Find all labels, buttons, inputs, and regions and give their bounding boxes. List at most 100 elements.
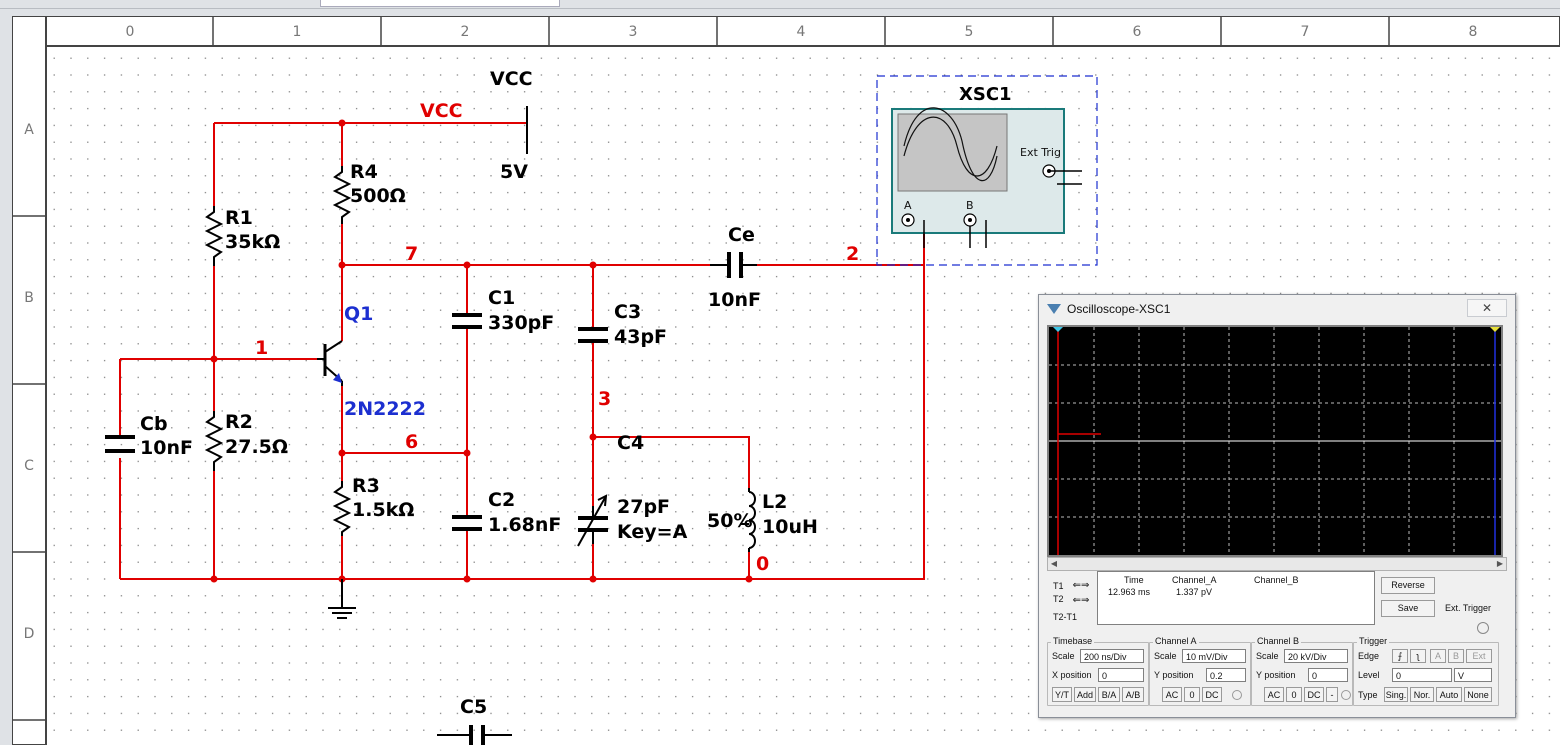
col-label-2: 2 bbox=[461, 24, 470, 40]
yt-button[interactable]: Y/T bbox=[1052, 687, 1072, 702]
ext-trigger-terminal-icon[interactable] bbox=[1477, 622, 1489, 634]
timebase-xpos-label: X position bbox=[1052, 670, 1092, 680]
t2-label: T2 bbox=[1053, 594, 1064, 604]
channel-b-ypos-label: Y position bbox=[1256, 670, 1296, 680]
cursor-t2-handle-icon[interactable] bbox=[1490, 327, 1500, 332]
l2-value: 10uH bbox=[762, 516, 818, 538]
c2-name: C2 bbox=[488, 489, 515, 511]
readout-panel: Time Channel_A Channel_B 12.963 ms 1.337… bbox=[1097, 571, 1375, 625]
close-button[interactable]: ✕ bbox=[1467, 299, 1507, 317]
channel-a-ypos-label: Y position bbox=[1154, 670, 1194, 680]
q1-model: 2N2222 bbox=[344, 398, 426, 420]
r1-value: 35kΩ bbox=[225, 231, 280, 253]
col-label-5: 5 bbox=[965, 24, 974, 40]
channel-b-radio[interactable] bbox=[1341, 690, 1351, 700]
scroll-left-icon[interactable]: ◀ bbox=[1048, 558, 1060, 570]
channel-b-dc-button[interactable]: DC bbox=[1304, 687, 1324, 702]
trigger-unit-select[interactable]: V bbox=[1454, 668, 1492, 682]
timebase-group: Timebase Scale 200 ns/Div X position 0 Y… bbox=[1047, 636, 1149, 706]
channel-a-ypos-field[interactable]: 0.2 bbox=[1206, 668, 1246, 682]
col-label-4: 4 bbox=[797, 24, 806, 40]
trigger-title: Trigger bbox=[1357, 636, 1390, 646]
vcc-value: 5V bbox=[500, 161, 528, 183]
window-top-strip bbox=[0, 0, 1560, 9]
reverse-button[interactable]: Reverse bbox=[1381, 577, 1435, 594]
trigger-auto-button[interactable]: Auto bbox=[1436, 687, 1462, 702]
scroll-right-icon[interactable]: ▶ bbox=[1494, 558, 1506, 570]
trigger-none-button[interactable]: None bbox=[1464, 687, 1492, 702]
c4-key: Key=A bbox=[617, 521, 688, 543]
display-scrollbar[interactable]: ◀ ▶ bbox=[1047, 557, 1507, 571]
net-label-6: 6 bbox=[405, 431, 418, 453]
r3-name: R3 bbox=[352, 475, 380, 497]
timebase-scale-field[interactable]: 200 ns/Div bbox=[1080, 649, 1144, 663]
timebase-title: Timebase bbox=[1051, 636, 1095, 646]
r2-name: R2 bbox=[225, 411, 253, 433]
t2-arrows-icon[interactable]: ⇐⇒ bbox=[1069, 594, 1093, 608]
cb-value: 10nF bbox=[140, 437, 193, 459]
channel-a-ac-button[interactable]: AC bbox=[1162, 687, 1182, 702]
net-label-1: 1 bbox=[255, 337, 268, 359]
trigger-level-field[interactable]: 0 bbox=[1392, 668, 1452, 682]
c5-name: C5 bbox=[460, 696, 487, 718]
r1-name: R1 bbox=[225, 207, 253, 229]
channel-b-group: Channel B Scale 20 kV/Div Y position 0 A… bbox=[1251, 636, 1353, 706]
channel-a-radio[interactable] bbox=[1232, 690, 1242, 700]
t1-label: T1 bbox=[1053, 581, 1064, 591]
row-label-d: D bbox=[24, 626, 35, 642]
oscilloscope-window[interactable]: Oscilloscope-XSC1 ✕ ◀ ▶ T1 T2 T2-T1 ⇐⇒ ⇐… bbox=[1038, 294, 1516, 718]
channel-b-ac-button[interactable]: AC bbox=[1264, 687, 1284, 702]
add-button[interactable]: Add bbox=[1074, 687, 1096, 702]
l2-percent: 50% bbox=[707, 510, 752, 532]
ba-button[interactable]: B/A bbox=[1098, 687, 1120, 702]
channel-b-title: Channel B bbox=[1255, 636, 1302, 646]
channel-a-header: Channel_A bbox=[1172, 575, 1217, 585]
oscilloscope-title: Oscilloscope-XSC1 bbox=[1067, 302, 1171, 316]
trigger-ext-button[interactable]: Ext bbox=[1466, 649, 1492, 663]
cb-name: Cb bbox=[140, 413, 168, 435]
col-label-3: 3 bbox=[629, 24, 638, 40]
row-label-a: A bbox=[24, 122, 34, 138]
ext-trigger-label: Ext. Trigger bbox=[1445, 603, 1492, 613]
save-button[interactable]: Save bbox=[1381, 600, 1435, 617]
oscilloscope-display[interactable] bbox=[1047, 325, 1503, 557]
rising-edge-icon[interactable]: ⨍ bbox=[1392, 649, 1408, 663]
channel-b-header: Channel_B bbox=[1254, 575, 1299, 585]
document-tab[interactable] bbox=[320, 0, 560, 7]
channel-b-scale-field[interactable]: 20 kV/Div bbox=[1284, 649, 1348, 663]
timebase-xpos-field[interactable]: 0 bbox=[1098, 668, 1144, 682]
c3-name: C3 bbox=[614, 301, 641, 323]
c4-name: C4 bbox=[617, 432, 644, 454]
oscilloscope-titlebar[interactable]: Oscilloscope-XSC1 ✕ bbox=[1039, 295, 1515, 323]
trigger-a-button[interactable]: A bbox=[1430, 649, 1446, 663]
trigger-group: Trigger Edge ⨍ ʅ A B Ext Level 0 V Type … bbox=[1353, 636, 1499, 706]
channel-b-minus-button[interactable]: - bbox=[1326, 687, 1338, 702]
channel-a-zero-button[interactable]: 0 bbox=[1184, 687, 1200, 702]
ce-value: 10nF bbox=[708, 289, 761, 311]
channel-a-scale-field[interactable]: 10 mV/Div bbox=[1182, 649, 1246, 663]
vcc-net-label: VCC bbox=[420, 100, 463, 122]
falling-edge-icon[interactable]: ʅ bbox=[1410, 649, 1426, 663]
cursor-t1-handle-icon[interactable] bbox=[1053, 327, 1063, 332]
ab-button[interactable]: A/B bbox=[1122, 687, 1144, 702]
r4-value: 500Ω bbox=[350, 185, 406, 207]
channel-b-zero-button[interactable]: 0 bbox=[1286, 687, 1302, 702]
time-value: 12.963 ms bbox=[1108, 587, 1151, 597]
col-label-0: 0 bbox=[126, 24, 135, 40]
col-label-6: 6 bbox=[1133, 24, 1142, 40]
xsc1-instrument[interactable] bbox=[891, 107, 1082, 248]
net-label-3: 3 bbox=[598, 388, 611, 410]
trigger-edge-label: Edge bbox=[1358, 651, 1380, 661]
channel-a-dc-button[interactable]: DC bbox=[1202, 687, 1222, 702]
trigger-normal-button[interactable]: Nor. bbox=[1410, 687, 1434, 702]
c1-value: 330pF bbox=[488, 312, 554, 334]
xsc1-ext-trig: Ext Trig bbox=[1020, 146, 1061, 159]
trigger-type-label: Type bbox=[1358, 690, 1378, 700]
channel-a-title: Channel A bbox=[1153, 636, 1199, 646]
t2-t1-label: T2-T1 bbox=[1053, 612, 1078, 622]
r4-name: R4 bbox=[350, 161, 378, 183]
trigger-b-button[interactable]: B bbox=[1448, 649, 1464, 663]
trigger-single-button[interactable]: Sing. bbox=[1384, 687, 1408, 702]
t1-arrows-icon[interactable]: ⇐⇒ bbox=[1069, 579, 1093, 593]
channel-b-ypos-field[interactable]: 0 bbox=[1308, 668, 1348, 682]
